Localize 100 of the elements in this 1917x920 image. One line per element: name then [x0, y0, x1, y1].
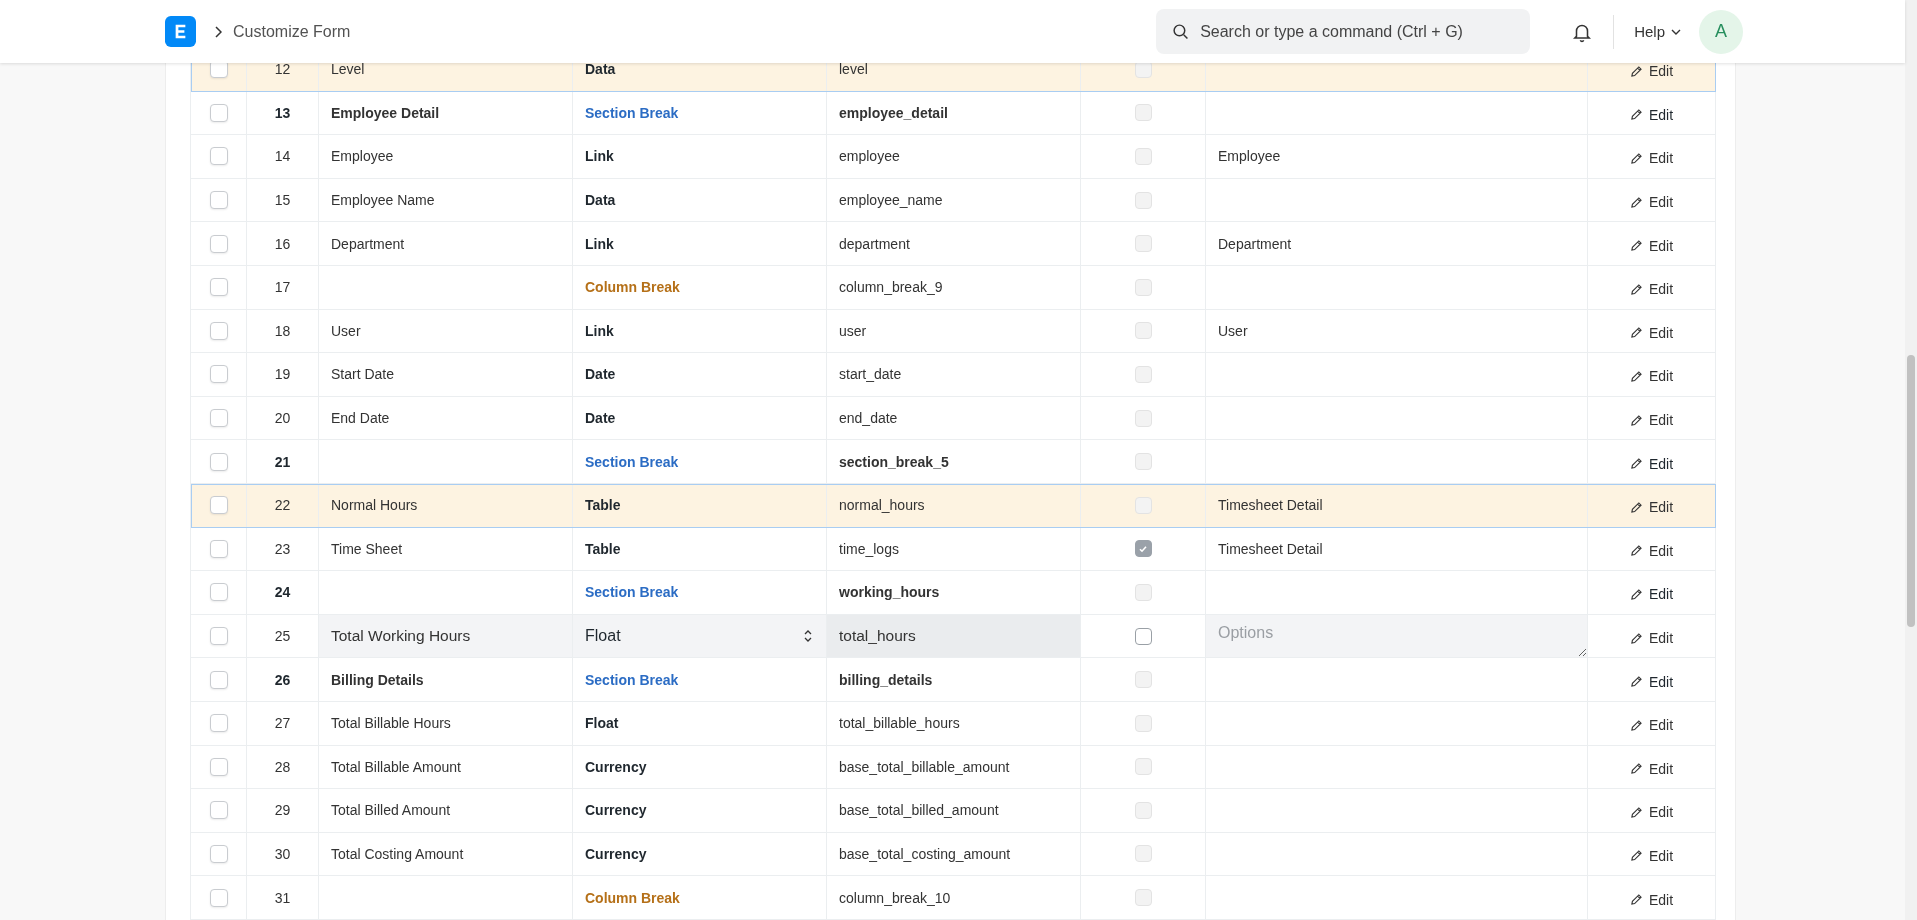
field-options: Timesheet Detail: [1218, 497, 1323, 514]
row-checkbox[interactable]: [209, 365, 228, 384]
field-type: Currency: [585, 802, 647, 819]
label-input[interactable]: Total Working Hours: [319, 614, 572, 658]
row-checkbox[interactable]: [209, 191, 228, 210]
edit-button[interactable]: Edit: [1629, 887, 1674, 908]
edit-button[interactable]: Edit: [1629, 451, 1674, 472]
row-number: 26: [274, 671, 291, 688]
field-name: start_date: [839, 366, 902, 383]
edit-button[interactable]: Edit: [1629, 320, 1674, 341]
field-label: Employee: [331, 148, 394, 165]
chevron-right-icon: [214, 25, 222, 38]
edit-button[interactable]: Edit: [1629, 495, 1674, 516]
row-checkbox[interactable]: [209, 234, 228, 253]
row-checkbox[interactable]: [209, 496, 228, 515]
edit-button[interactable]: Edit: [1629, 190, 1674, 211]
row-checkbox[interactable]: [209, 714, 228, 733]
edit-button[interactable]: Edit: [1629, 713, 1674, 734]
edit-button[interactable]: Edit: [1629, 146, 1674, 167]
edit-button[interactable]: Edit: [1629, 582, 1674, 603]
field-type: Data: [585, 61, 616, 78]
pencil-icon: [1629, 805, 1643, 819]
user-avatar[interactable]: A: [1699, 9, 1743, 54]
search-field[interactable]: Search or type a command (Ctrl + G): [1156, 9, 1531, 54]
pencil-icon: [1629, 544, 1643, 558]
edit-button[interactable]: Edit: [1629, 756, 1674, 777]
edit-button[interactable]: Edit: [1629, 102, 1674, 123]
field-name: section_break_5: [839, 453, 949, 470]
edit-button[interactable]: Edit: [1629, 233, 1674, 254]
edit-button[interactable]: Edit: [1629, 59, 1674, 80]
field-type: Section Break: [585, 671, 679, 688]
scrollbar[interactable]: [1905, 0, 1917, 920]
row-checkbox[interactable]: [209, 452, 228, 471]
fieldtype-select[interactable]: Float: [573, 614, 826, 658]
field-type: Section Break: [585, 584, 679, 601]
edit-button[interactable]: Edit: [1629, 626, 1674, 646]
pencil-icon: [1629, 587, 1643, 601]
edit-button[interactable]: Edit: [1629, 277, 1674, 298]
hidden-checkbox[interactable]: [1134, 627, 1152, 645]
pencil-icon: [1629, 326, 1643, 340]
field-type: Currency: [585, 758, 647, 775]
field-label: Total Billable Amount: [331, 758, 461, 775]
edit-button[interactable]: Edit: [1629, 844, 1674, 864]
row-checkbox[interactable]: [209, 845, 228, 863]
field-type: Table: [585, 497, 621, 514]
field-label: Total Billable Hours: [331, 715, 451, 732]
row-checkbox[interactable]: [209, 321, 228, 340]
search-icon: [1172, 23, 1190, 40]
field-label: Employee Name: [331, 192, 435, 209]
hidden-checkbox[interactable]: [1134, 540, 1152, 558]
row-checkbox[interactable]: [209, 627, 228, 645]
row-number: 31: [274, 889, 291, 906]
row-checkbox[interactable]: [209, 409, 228, 428]
row-number: 12: [274, 61, 291, 78]
field-type: Float: [585, 715, 619, 732]
field-name: base_total_billed_amount: [839, 802, 999, 819]
field-name: end_date: [839, 410, 898, 427]
row-checkbox[interactable]: [209, 583, 228, 602]
fieldname-field[interactable]: total_hours: [827, 614, 1080, 658]
edit-button[interactable]: Edit: [1629, 408, 1674, 429]
pencil-icon: [1629, 675, 1643, 689]
edit-button[interactable]: Edit: [1629, 800, 1674, 821]
pencil-icon: [1629, 631, 1643, 645]
field-name: employee: [839, 148, 900, 165]
row-checkbox[interactable]: [209, 757, 228, 776]
row-checkbox[interactable]: [209, 670, 228, 689]
options-field[interactable]: Options: [1206, 615, 1587, 657]
pencil-icon: [1629, 64, 1643, 78]
edit-button[interactable]: Edit: [1629, 364, 1674, 385]
field-label: Employee Detail: [331, 104, 440, 121]
row-checkbox[interactable]: [209, 278, 228, 297]
row-number: 21: [274, 453, 291, 470]
field-label: Normal Hours: [331, 497, 418, 514]
pencil-icon: [1629, 282, 1643, 296]
pencil-icon: [1629, 195, 1643, 209]
updown-icon: [804, 630, 812, 642]
field-type: Link: [585, 322, 614, 339]
pencil-icon: [1629, 369, 1643, 383]
scrollbar-thumb[interactable]: [1907, 355, 1915, 627]
row-number: 14: [274, 148, 291, 165]
row-number: 15: [274, 192, 291, 209]
field-label: Department: [331, 235, 405, 252]
caret-icon: [1671, 28, 1681, 35]
row-checkbox[interactable]: [209, 539, 228, 558]
pencil-icon: [1629, 500, 1643, 514]
row-number: 29: [274, 802, 291, 819]
field-type: Currency: [585, 846, 647, 862]
field-name: user: [839, 322, 867, 339]
edit-button[interactable]: Edit: [1629, 538, 1674, 559]
field-type: Column Break: [585, 279, 680, 296]
row-checkbox[interactable]: [209, 801, 228, 820]
row-checkbox[interactable]: [209, 103, 228, 122]
app-logo-icon[interactable]: [165, 16, 196, 47]
pencil-icon: [1629, 849, 1643, 863]
breadcrumb-link[interactable]: Customize Form: [233, 22, 351, 41]
field-type: Section Break: [585, 104, 679, 121]
row-checkbox[interactable]: [209, 888, 228, 907]
edit-button[interactable]: Edit: [1629, 669, 1674, 690]
row-checkbox[interactable]: [209, 147, 228, 166]
help-dropdown[interactable]: Help: [1634, 23, 1681, 40]
